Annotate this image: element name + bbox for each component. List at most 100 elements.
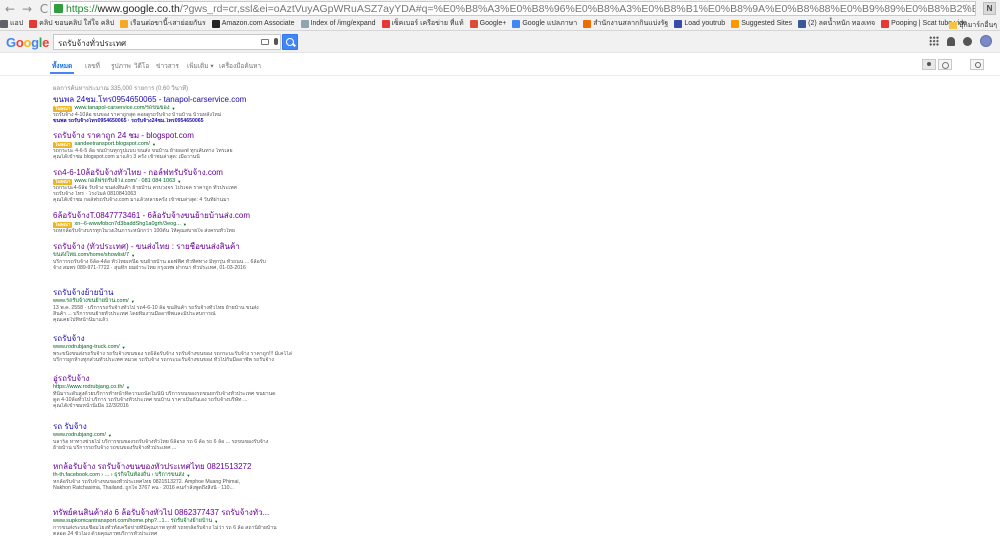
other-bookmarks[interactable]: บุ๊กมาร์กอื่นๆ (949, 20, 997, 30)
search-input[interactable]: รถรับจ้างทั่วประเทศ (53, 34, 281, 50)
bookmark-favicon-icon (381, 19, 390, 28)
other-bookmarks-label: บุ๊กมาร์กอื่นๆ (959, 22, 997, 29)
url-dropdown-icon[interactable]: ▼ (172, 105, 176, 112)
result-url-text: sandeetransport.blogspot.com/ (74, 141, 150, 147)
bookmark-item[interactable]: Suggested Sites (731, 19, 793, 28)
bookmark-item[interactable]: (2) ลดน้ำหนัก ทองเทจ (798, 18, 875, 29)
bookmark-label: Index of /img/expand (310, 20, 376, 27)
bookmark-favicon-icon (0, 19, 8, 28)
hide-personal-results-button[interactable] (938, 59, 952, 70)
result-title-link[interactable]: รถรับจ้าง (53, 334, 293, 344)
result-title-link[interactable]: ทรัพย์คนสินค้าส่ง 6 ล้อรับจ้างทั่วไป 086… (53, 508, 293, 518)
logo-letter: g (31, 35, 39, 50)
apps-grid-icon[interactable] (929, 36, 939, 46)
bookmark-favicon-icon (29, 19, 38, 28)
result-title-link[interactable]: รถรับจ้าง ราคาถูก 24 ชม - blogspot.com (53, 131, 293, 141)
google-header: Google รถรับจ้างทั่วประเทศ (0, 31, 1000, 53)
result-url: ขนส่งไทย.com/home/showlist/7 ▼ (53, 252, 293, 259)
result-url-text: www.รถรับจ้างขนย้ายบ้าน.com/ (53, 298, 129, 304)
ad-badge: โฆษณา (53, 221, 73, 228)
result-snippet: คุณได้เข้าชมหน้านี้เมื่อ 12/3/2016 (53, 403, 129, 410)
result-title-link[interactable]: รถรับจ้างย้ายบ้าน (53, 288, 293, 298)
bookmark-label: Suggested Sites (741, 20, 793, 27)
bookmark-item[interactable]: Google แปลภาษา (512, 18, 577, 29)
google-logo[interactable]: Google (6, 35, 49, 50)
bookmark-item[interactable]: สำนักงานสลากกินแบ่งรัฐ (583, 18, 668, 29)
bookmark-favicon-icon (583, 19, 592, 28)
tab-all[interactable]: ทั้งหมด (52, 61, 72, 71)
result-snippet: จ้าง สมพร 089-971-7722 · สุนทีก ยมฝาระไท… (53, 265, 246, 272)
tab-videos[interactable]: วิดีโอ (134, 61, 149, 71)
personal-results-button[interactable] (922, 59, 936, 70)
bookmark-item[interactable]: Index of /img/expand (300, 19, 376, 28)
result-snippet: รถหกล้อรับจ้างบรรทุกในวงเงินภาระหนักกว่า… (53, 228, 235, 234)
result-title-link[interactable]: 6ล้อรับจ้างT.0847773461 - 6ล้อรับจ้างขนย… (53, 211, 293, 221)
url-dropdown-icon[interactable]: ▼ (152, 141, 156, 148)
bookmark-label: (2) ลดน้ำหนัก ทองเทจ (808, 20, 876, 27)
result-title-link[interactable]: รถรับจ้าง (ทั่วประเทศ) - ขนส่งไทย : รายช… (53, 242, 293, 252)
result-snippet: บริการผูกห้างทุกส่วนทั่วประเทศ หมวด รถรั… (53, 357, 274, 364)
result-item: ทรัพย์คนสินค้าส่ง 6 ล้อรับจ้างทั่วไป 086… (53, 508, 293, 537)
logo-letter: o (23, 35, 32, 50)
url-dropdown-icon[interactable]: ▼ (126, 384, 130, 391)
share-plus-icon[interactable] (963, 36, 972, 46)
bookmark-item[interactable]: คลิป ขอนคลิป ใส่ใจ คลิป (29, 18, 114, 29)
microphone-icon[interactable] (274, 38, 278, 45)
url-dropdown-icon[interactable]: ▼ (131, 252, 135, 259)
url-dropdown-icon[interactable]: ▼ (177, 178, 181, 185)
result-url: https://www.rodrubjang.co.th/▼ (53, 384, 293, 391)
result-url: โฆษณา xn--6-wwwfobcn7d3baddShg1a0grh/3eog… (53, 221, 293, 228)
result-item: รถรับจ้าง www.rodrubjang-truck.com/▼ พระขน… (53, 334, 293, 363)
bookmark-label: Load youtrub (684, 20, 726, 27)
url-dropdown-icon[interactable]: ▼ (214, 518, 218, 525)
bookmark-item[interactable]: แอป (0, 18, 23, 29)
result-item: รถรับจ้าง (ทั่วประเทศ) - ขนส่งไทย : รายช… (53, 242, 293, 271)
ad-badge: โฆษณา (53, 141, 73, 148)
url-dropdown-icon[interactable]: ▼ (122, 344, 126, 351)
search-button[interactable] (282, 34, 298, 50)
result-title-link[interactable]: รถ4-6-10ล้อรับจ้างทั่วไทย - กอล์ฟทรับรับ… (53, 168, 293, 178)
tab-maps[interactable]: เลขที่ (85, 61, 100, 71)
tab-more[interactable]: เพิ่มเติม ▾ (187, 61, 214, 71)
bookmark-item[interactable]: เซ็คเบอร์ เครือข่าย ที่แท้ (381, 18, 464, 29)
result-title-link[interactable]: รถ รับจ้าง (53, 422, 293, 432)
avatar[interactable] (980, 35, 992, 47)
bookmark-label: เซ็คเบอร์ เครือข่าย ที่แท้ (391, 20, 464, 27)
extension-icon[interactable]: N (983, 2, 996, 15)
url-dropdown-icon[interactable]: ▼ (186, 472, 190, 479)
bookmark-item[interactable]: Amazon.com Associate (211, 19, 295, 28)
bookmark-favicon-icon (731, 19, 740, 28)
result-url-text: www.supkomcantransport.com/home.php?...1… (53, 518, 213, 524)
keyboard-icon[interactable] (261, 39, 269, 45)
settings-gear-icon[interactable] (970, 59, 984, 70)
result-url-text: www.กอล์ฟรถรับจ้าง.com/ · 081 084 1063 (74, 178, 176, 184)
back-button[interactable]: ← (3, 2, 17, 16)
bookmark-favicon-icon (120, 19, 129, 28)
result-title-link[interactable]: หกล้อรับจ้าง รถรับจ้างขนของทั่วประเทศไทย… (53, 462, 293, 472)
url-path: /?gws_rd=cr,ssl&ei=oAztVuyAGpWRuASZ7ayYD… (179, 2, 975, 15)
bookmark-item[interactable]: เรือนต่อขานี้-เสาย่อยกันร (120, 18, 206, 29)
result-item: 6ล้อรับจ้างT.0847773461 - 6ล้อรับจ้างขนย… (53, 211, 293, 234)
reload-button[interactable]: C (37, 2, 51, 16)
bookmark-item[interactable]: Google+ (469, 19, 506, 28)
tab-images[interactable]: รูปภาพ (111, 61, 131, 71)
url-dropdown-icon[interactable]: ▼ (108, 432, 112, 439)
notifications-bell-icon[interactable] (947, 36, 955, 46)
forward-button[interactable]: → (20, 2, 34, 16)
tab-search-tools[interactable]: เครื่องมือค้นหา (219, 61, 261, 71)
url-field[interactable]: https:// www.google.co.th /?gws_rd=cr,ss… (50, 1, 976, 16)
result-item: รถ4-6-10ล้อรับจ้างทั่วไทย - กอล์ฟทรับรับ… (53, 168, 293, 204)
result-url: www.rodrubjang.com/▼ (53, 432, 293, 439)
result-url-text: www.tanapol-carservice.com/รถขนของ (74, 105, 170, 111)
result-title-link[interactable]: ขนพล 24ชม.โทร0954650065 - tanapol-carser… (53, 95, 293, 105)
bookmark-favicon-icon (881, 19, 890, 28)
result-title-link[interactable]: อู่รถรับจ้าง (53, 374, 293, 384)
bookmark-favicon-icon (512, 19, 521, 28)
folder-icon (949, 22, 958, 29)
url-dropdown-icon[interactable]: ▼ (131, 298, 135, 305)
tab-news[interactable]: ข่าวสาร (156, 61, 179, 71)
bookmark-star-icon[interactable]: ☆ (961, 1, 972, 15)
bookmark-item[interactable]: Load youtrub (674, 19, 726, 28)
url-dropdown-icon[interactable]: ▼ (183, 221, 187, 228)
result-url: โฆษณา sandeetransport.blogspot.com/▼ (53, 141, 293, 148)
